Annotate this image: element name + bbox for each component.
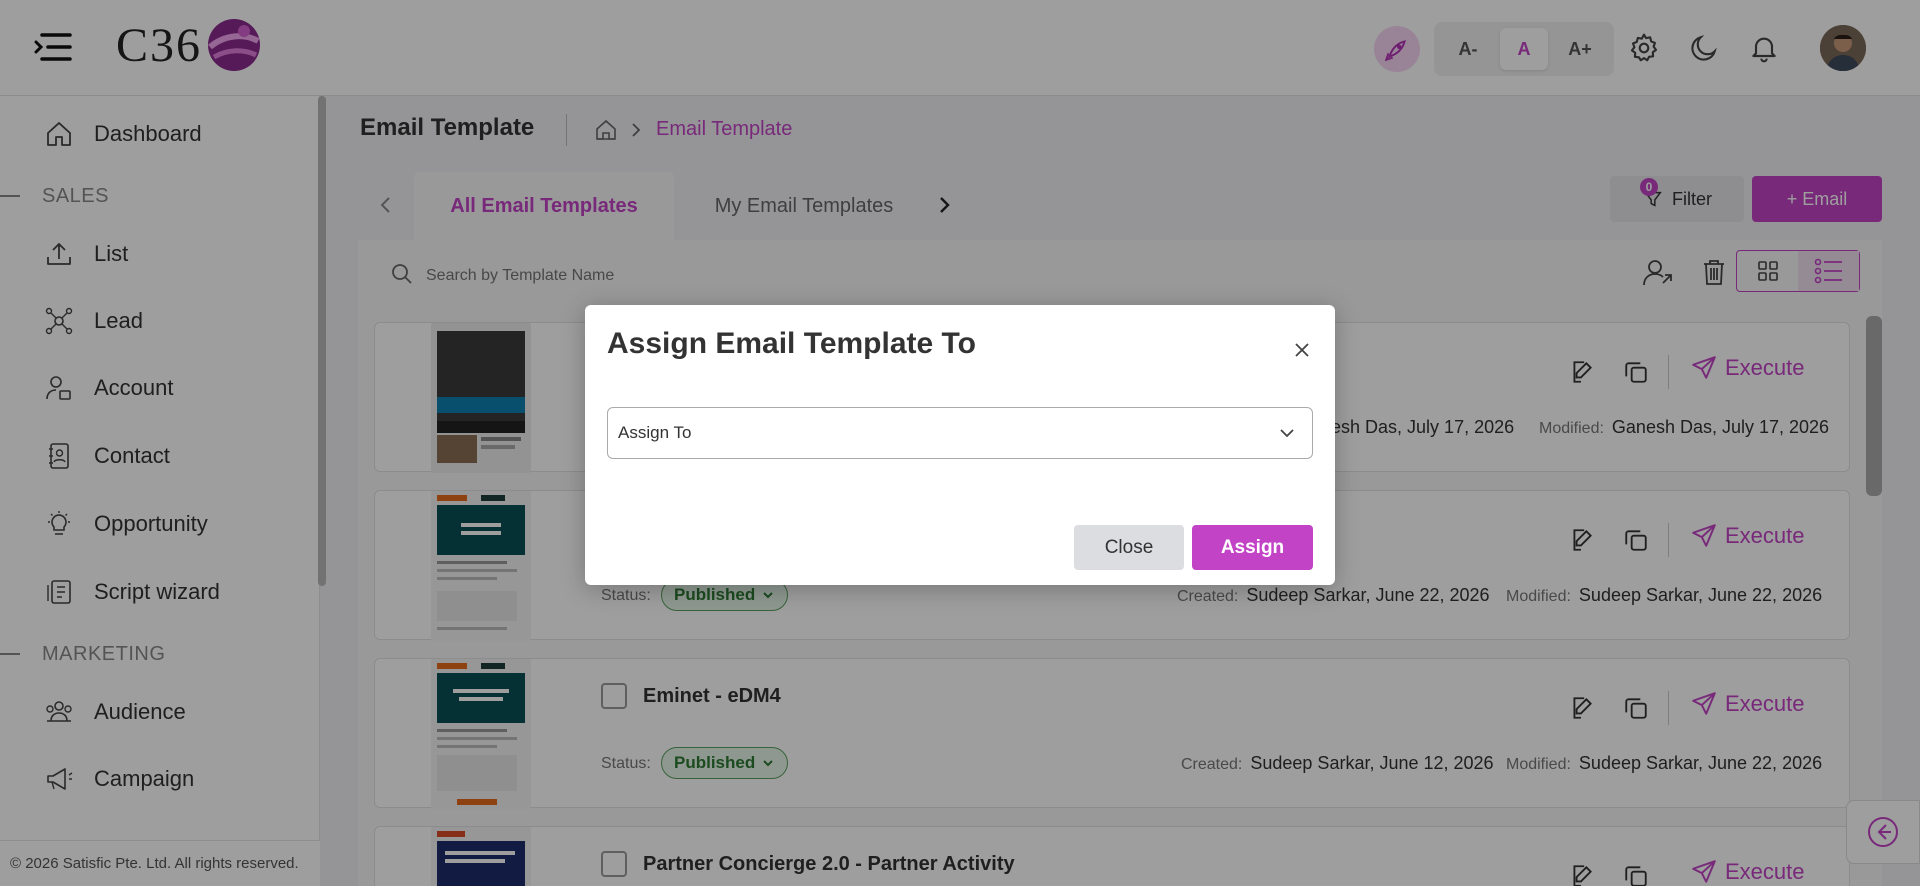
assign-to-select[interactable]: Assign To <box>607 407 1313 459</box>
assign-template-modal: Assign Email Template To Assign To Close… <box>585 305 1335 585</box>
assign-to-placeholder: Assign To <box>618 423 692 442</box>
close-button[interactable]: Close <box>1074 525 1184 570</box>
chevron-down-icon <box>1280 429 1294 438</box>
modal-title: Assign Email Template To <box>607 327 976 360</box>
assign-button[interactable]: Assign <box>1192 525 1313 570</box>
close-icon[interactable] <box>1287 335 1317 365</box>
